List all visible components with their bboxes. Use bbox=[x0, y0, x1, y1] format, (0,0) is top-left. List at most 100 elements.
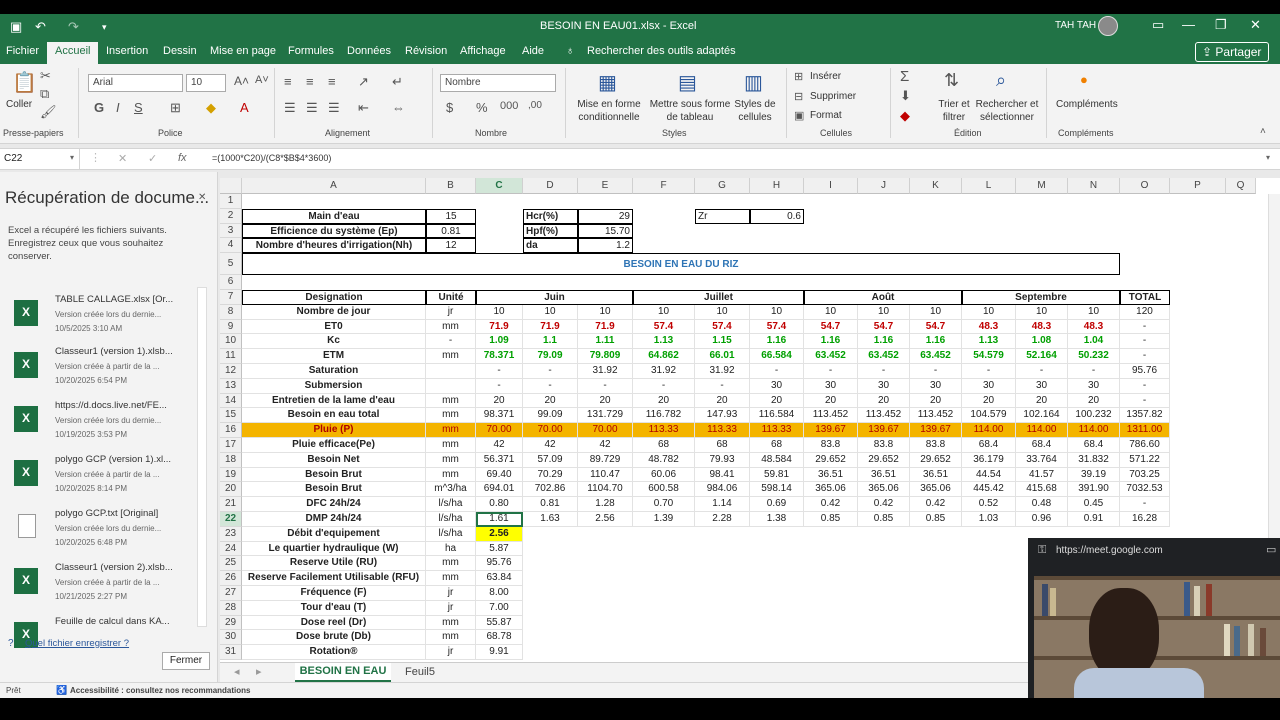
row-header[interactable]: 25 bbox=[220, 556, 242, 572]
data-cell[interactable]: 30 bbox=[962, 378, 1016, 394]
data-cell[interactable]: 1.16 bbox=[804, 334, 858, 350]
row-label[interactable]: ETM bbox=[242, 349, 426, 364]
data-cell[interactable]: 365.06 bbox=[910, 482, 962, 498]
data-cell[interactable]: - bbox=[476, 364, 523, 379]
row-unit[interactable]: mm bbox=[426, 467, 476, 483]
data-cell[interactable]: 57.4 bbox=[695, 319, 750, 335]
column-header[interactable]: D bbox=[523, 178, 578, 194]
align-center-icon[interactable]: ☰ bbox=[306, 100, 318, 116]
row-header[interactable]: 1 bbox=[220, 194, 242, 209]
data-cell[interactable]: 69.40 bbox=[476, 467, 523, 483]
fill-color-icon[interactable]: ◆ bbox=[206, 100, 216, 116]
data-cell[interactable]: 42 bbox=[476, 438, 523, 453]
recovery-item[interactable]: Xhttps://d.docs.live.net/FE... Version cr… bbox=[0, 398, 205, 454]
data-cell[interactable]: 445.42 bbox=[962, 482, 1016, 498]
data-cell[interactable]: 7.00 bbox=[476, 600, 523, 616]
name-box[interactable]: C22 bbox=[0, 149, 80, 169]
data-cell[interactable]: 1.61 bbox=[476, 512, 523, 527]
data-cell[interactable]: 114.00 bbox=[1016, 423, 1068, 438]
recovery-item[interactable]: Xpolygo GCP (version 1).xl... Version cré… bbox=[0, 452, 205, 508]
data-cell[interactable]: 68 bbox=[633, 438, 695, 453]
row-header[interactable]: 27 bbox=[220, 586, 242, 601]
data-cell[interactable]: 89.729 bbox=[578, 452, 633, 468]
data-cell[interactable]: 703.25 bbox=[1120, 467, 1170, 483]
data-cell[interactable]: 48.3 bbox=[962, 319, 1016, 335]
row-header[interactable]: 29 bbox=[220, 615, 242, 631]
data-cell[interactable]: 48.3 bbox=[1068, 319, 1120, 335]
next-sheet-icon[interactable]: ▸ bbox=[256, 665, 262, 678]
data-cell[interactable]: 365.06 bbox=[804, 482, 858, 498]
header-total[interactable]: TOTAL bbox=[1120, 290, 1170, 305]
data-cell[interactable]: 95.76 bbox=[1120, 364, 1170, 379]
borders-icon[interactable]: ⊞ bbox=[170, 100, 181, 116]
data-cell[interactable]: 113.33 bbox=[695, 423, 750, 438]
row-unit[interactable]: mm bbox=[426, 571, 476, 586]
data-cell[interactable]: - bbox=[1120, 393, 1170, 409]
data-cell[interactable]: 63.84 bbox=[476, 571, 523, 586]
enter-icon[interactable]: ✓ bbox=[148, 152, 157, 165]
column-header[interactable]: H bbox=[750, 178, 804, 194]
row-header[interactable]: 11 bbox=[220, 349, 242, 364]
row-unit[interactable]: m^3/ha bbox=[426, 482, 476, 498]
data-cell[interactable]: 5.87 bbox=[476, 541, 523, 557]
data-cell[interactable]: - bbox=[523, 364, 578, 379]
param-value[interactable]: 0.81 bbox=[426, 223, 476, 239]
data-cell[interactable]: 64.862 bbox=[633, 349, 695, 364]
data-cell[interactable]: 1.38 bbox=[750, 512, 804, 527]
align-left-icon[interactable]: ☰ bbox=[284, 100, 296, 116]
data-cell[interactable]: 68.4 bbox=[1068, 438, 1120, 453]
data-cell[interactable]: 110.47 bbox=[578, 467, 633, 483]
column-header[interactable]: I bbox=[804, 178, 858, 194]
data-cell[interactable]: 30 bbox=[750, 378, 804, 394]
tab-insertion[interactable]: Insertion bbox=[106, 45, 148, 57]
data-cell[interactable]: 0.42 bbox=[804, 497, 858, 512]
row-header[interactable]: 5 bbox=[220, 253, 242, 276]
param-value[interactable]: 15 bbox=[426, 208, 476, 224]
param-value[interactable]: 12 bbox=[426, 238, 476, 254]
tab-affichage[interactable]: Affichage bbox=[460, 45, 506, 57]
data-cell[interactable]: 99.09 bbox=[523, 408, 578, 424]
header-month[interactable]: Juin bbox=[476, 290, 633, 305]
underline-icon[interactable]: S bbox=[134, 100, 143, 115]
data-cell[interactable]: 0.81 bbox=[523, 497, 578, 512]
data-cell[interactable]: 48.3 bbox=[1016, 319, 1068, 335]
minimize-icon[interactable]: — bbox=[1182, 17, 1195, 32]
row-header[interactable]: 14 bbox=[220, 393, 242, 409]
tab-mise-en-page[interactable]: Mise en page bbox=[210, 45, 276, 57]
row-header[interactable]: 2 bbox=[220, 208, 242, 224]
row-unit[interactable]: mm bbox=[426, 408, 476, 424]
data-cell[interactable]: - bbox=[1120, 319, 1170, 335]
recovery-item[interactable]: X Classeur1 (version 1).xlsb... Version cr… bbox=[0, 344, 205, 400]
tab-revision[interactable]: Révision bbox=[405, 45, 447, 57]
data-cell[interactable]: 42 bbox=[578, 438, 633, 453]
data-cell[interactable]: 1.15 bbox=[695, 334, 750, 350]
format-cells-icon[interactable]: ▣ bbox=[794, 109, 804, 122]
data-cell[interactable]: 1104.70 bbox=[578, 482, 633, 498]
data-cell[interactable]: 1.63 bbox=[523, 512, 578, 527]
column-header[interactable]: N bbox=[1068, 178, 1120, 194]
row-header[interactable]: 17 bbox=[220, 438, 242, 453]
find-icon[interactable]: ⌕ bbox=[996, 70, 1006, 91]
currency-icon[interactable]: $ bbox=[446, 100, 453, 115]
share-button[interactable]: ⇪ Partager bbox=[1195, 42, 1269, 62]
bold-icon[interactable]: G bbox=[94, 100, 104, 115]
param-label[interactable]: da bbox=[523, 238, 578, 254]
row-header[interactable]: 13 bbox=[220, 378, 242, 394]
row-header[interactable]: 30 bbox=[220, 630, 242, 646]
data-cell[interactable]: 36.51 bbox=[804, 467, 858, 483]
data-cell[interactable]: 10 bbox=[804, 304, 858, 320]
data-cell[interactable]: 30 bbox=[910, 378, 962, 394]
column-header[interactable]: C bbox=[476, 178, 523, 194]
row-label[interactable]: Besoin Net bbox=[242, 452, 426, 468]
data-cell[interactable]: 54.7 bbox=[804, 319, 858, 335]
data-cell[interactable]: 102.164 bbox=[1016, 408, 1068, 424]
data-cell[interactable]: 10 bbox=[523, 304, 578, 320]
data-cell[interactable]: 20 bbox=[1068, 393, 1120, 409]
row-header[interactable]: 18 bbox=[220, 452, 242, 468]
decimal-icon[interactable]: ,00 bbox=[528, 100, 542, 111]
align-bottom-icon[interactable]: ≡ bbox=[328, 74, 336, 89]
row-label[interactable]: Dose reel (Dr) bbox=[242, 615, 426, 631]
data-cell[interactable]: 70.29 bbox=[523, 467, 578, 483]
data-cell[interactable]: 1.39 bbox=[633, 512, 695, 527]
recovery-item[interactable]: X TABLE CALLAGE.xlsx [Or... Version créée … bbox=[0, 292, 205, 348]
